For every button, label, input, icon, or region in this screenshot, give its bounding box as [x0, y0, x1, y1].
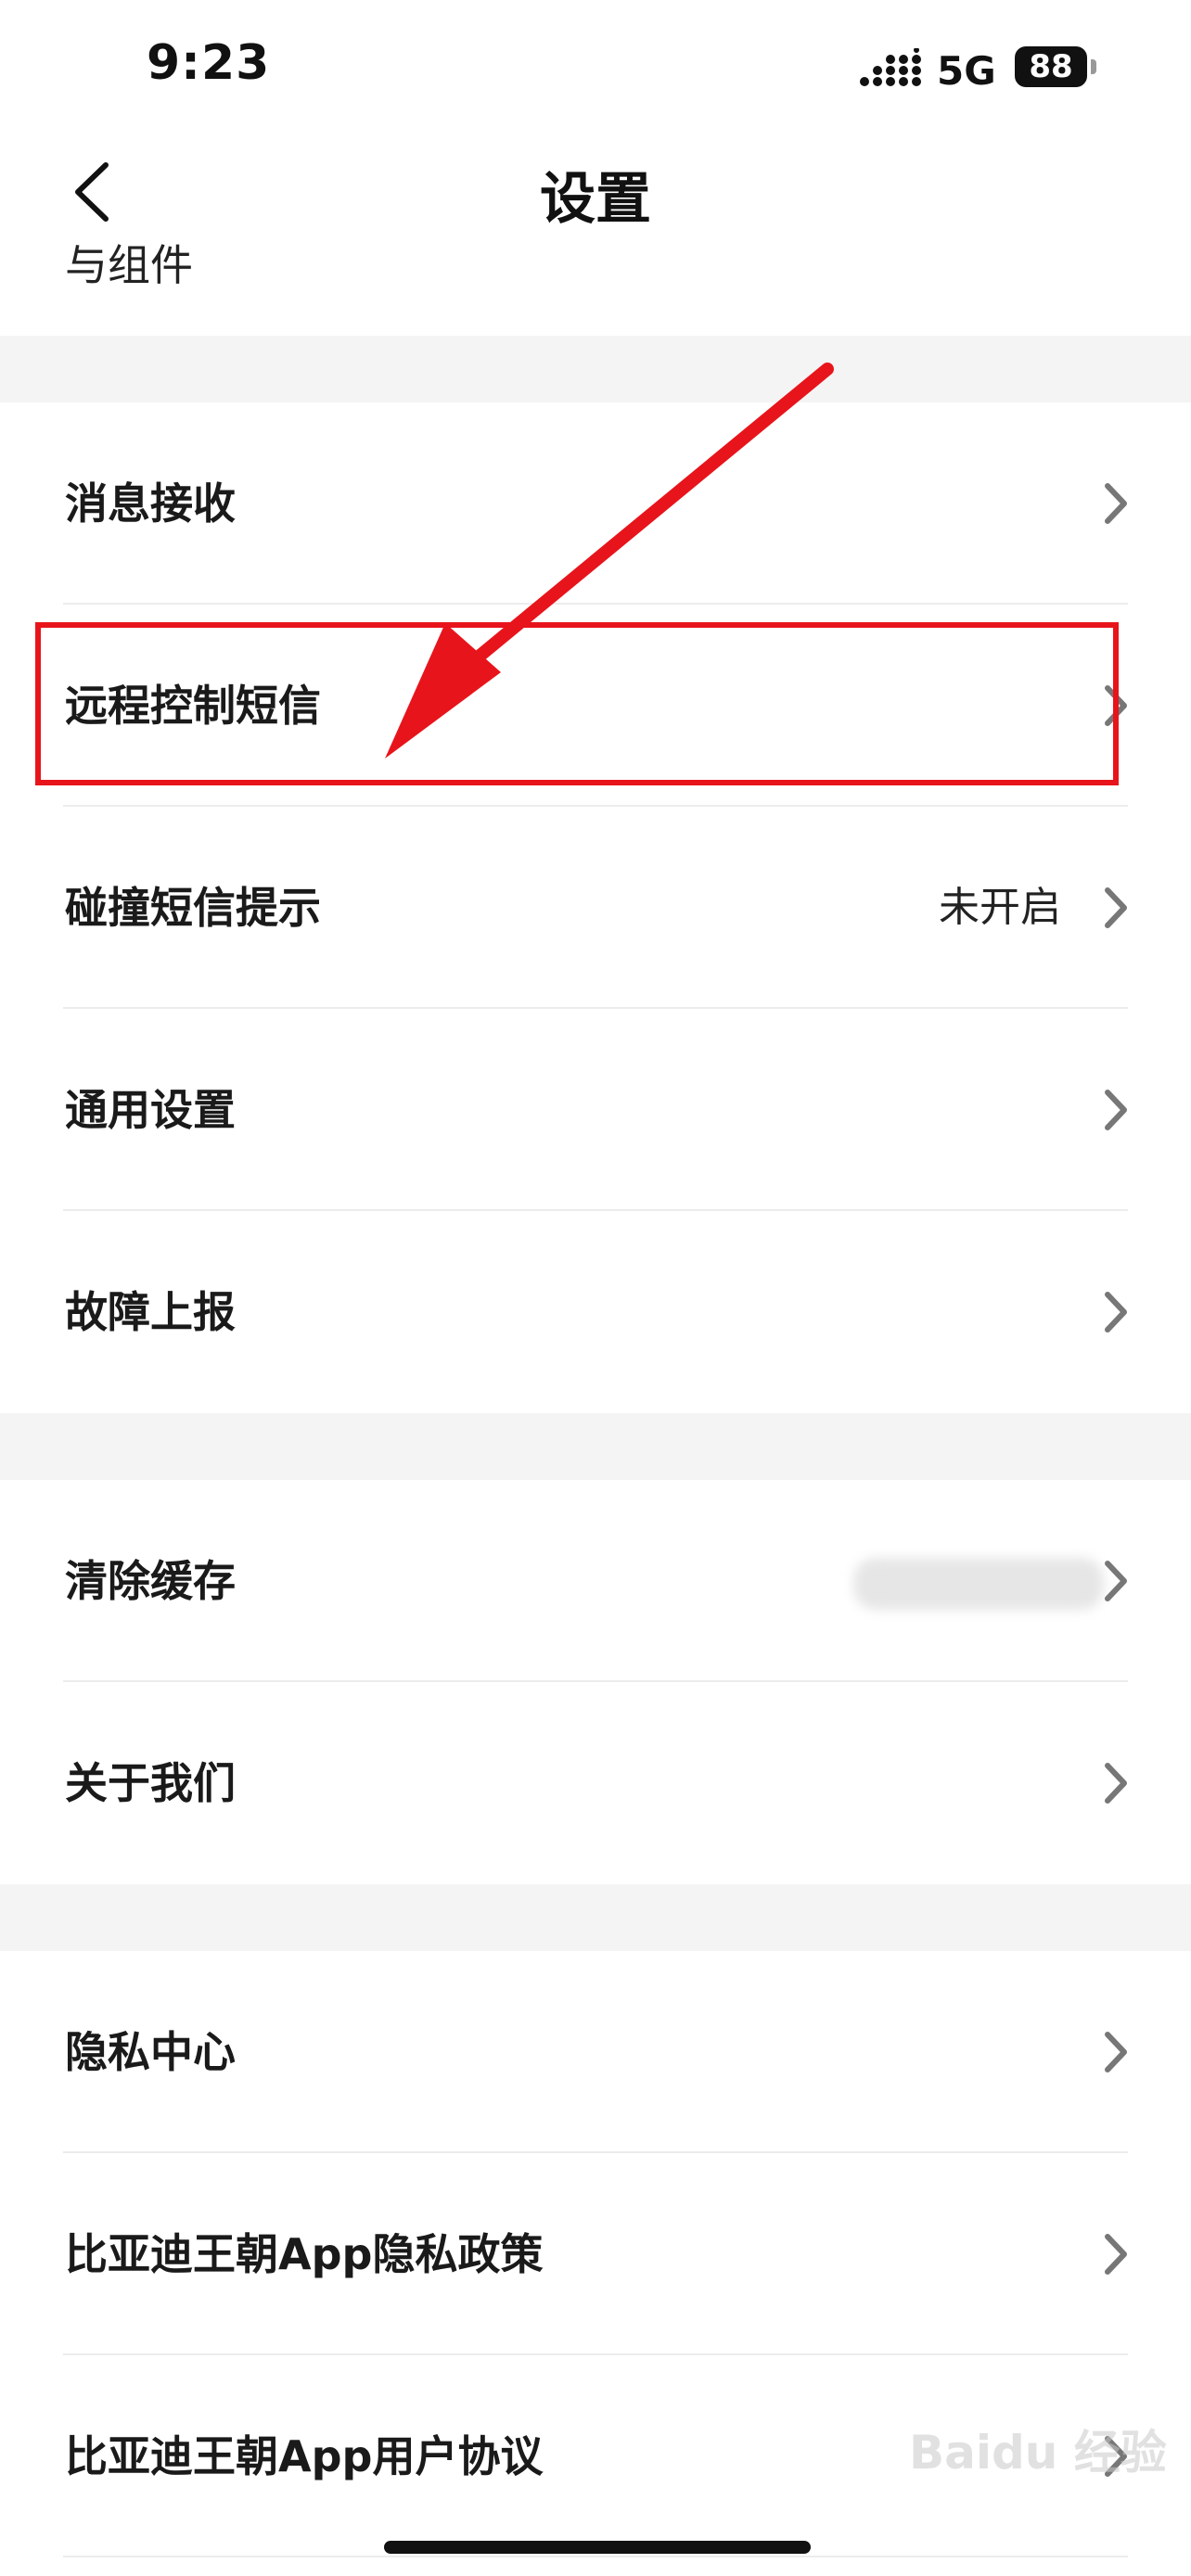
- section-gap: [0, 1884, 1191, 1951]
- chevron-right-icon: [1105, 483, 1127, 524]
- settings-item-privacy-center[interactable]: 隐私中心: [0, 1951, 1191, 2153]
- section-gap: [0, 1413, 1191, 1480]
- battery-icon: 88: [1015, 46, 1087, 87]
- divider: [63, 2556, 1128, 2557]
- page-title: 设置: [540, 167, 651, 232]
- chevron-right-icon: [1105, 887, 1127, 928]
- settings-item-clear-cache[interactable]: 清除缓存: [0, 1480, 1191, 1682]
- navigation-bar: 设置: [0, 139, 1191, 241]
- chevron-right-icon: [1105, 1763, 1127, 1804]
- chevron-right-icon: [1105, 1090, 1127, 1130]
- settings-item-remote-control-sms[interactable]: 远程控制短信: [0, 605, 1191, 807]
- settings-item-label: 通用设置: [65, 1085, 236, 1135]
- chevron-right-icon: [1105, 1561, 1127, 1601]
- status-bar: 9:23 5G 88: [0, 0, 1191, 139]
- settings-item-label: 故障上报: [65, 1287, 236, 1337]
- settings-item-privacy-policy[interactable]: 比亚迪王朝App隐私政策: [0, 2153, 1191, 2355]
- battery-tip: [1091, 59, 1096, 74]
- settings-item-value: 未开启: [939, 884, 1061, 931]
- settings-item-label: 比亚迪王朝App隐私政策: [65, 2229, 544, 2279]
- settings-item-fault-report[interactable]: 故障上报: [0, 1211, 1191, 1413]
- settings-item-collision-sms-alert[interactable]: 碰撞短信提示 未开启: [0, 807, 1191, 1009]
- chevron-right-icon: [1105, 1292, 1127, 1333]
- settings-item-label: 碰撞短信提示: [65, 883, 321, 933]
- chevron-right-icon: [1105, 2032, 1127, 2072]
- settings-item-label: 远程控制短信: [65, 681, 321, 731]
- section-gap: [0, 336, 1191, 402]
- settings-item-label: 消息接收: [65, 478, 236, 529]
- settings-item-label: 比亚迪王朝App用户协议: [65, 2431, 544, 2481]
- signal-icon: [860, 48, 921, 86]
- cache-size-blurred: [853, 1558, 1104, 1610]
- settings-item-label: 隐私中心: [65, 2027, 236, 2077]
- status-time: 9:23: [147, 35, 271, 91]
- settings-item-about-us[interactable]: 关于我们: [0, 1682, 1191, 1884]
- watermark-logo: Baidu 经验: [909, 2426, 1167, 2480]
- chevron-right-icon: [1105, 685, 1127, 726]
- network-type: 5G: [937, 48, 996, 94]
- settings-item-label: 关于我们: [65, 1758, 236, 1808]
- chevron-right-icon: [1105, 2234, 1127, 2275]
- settings-item-message-receive[interactable]: 消息接收: [0, 402, 1191, 605]
- home-indicator[interactable]: [384, 2541, 811, 2554]
- settings-item-label: 清除缓存: [65, 1556, 236, 1606]
- settings-item-general[interactable]: 通用设置: [0, 1009, 1191, 1211]
